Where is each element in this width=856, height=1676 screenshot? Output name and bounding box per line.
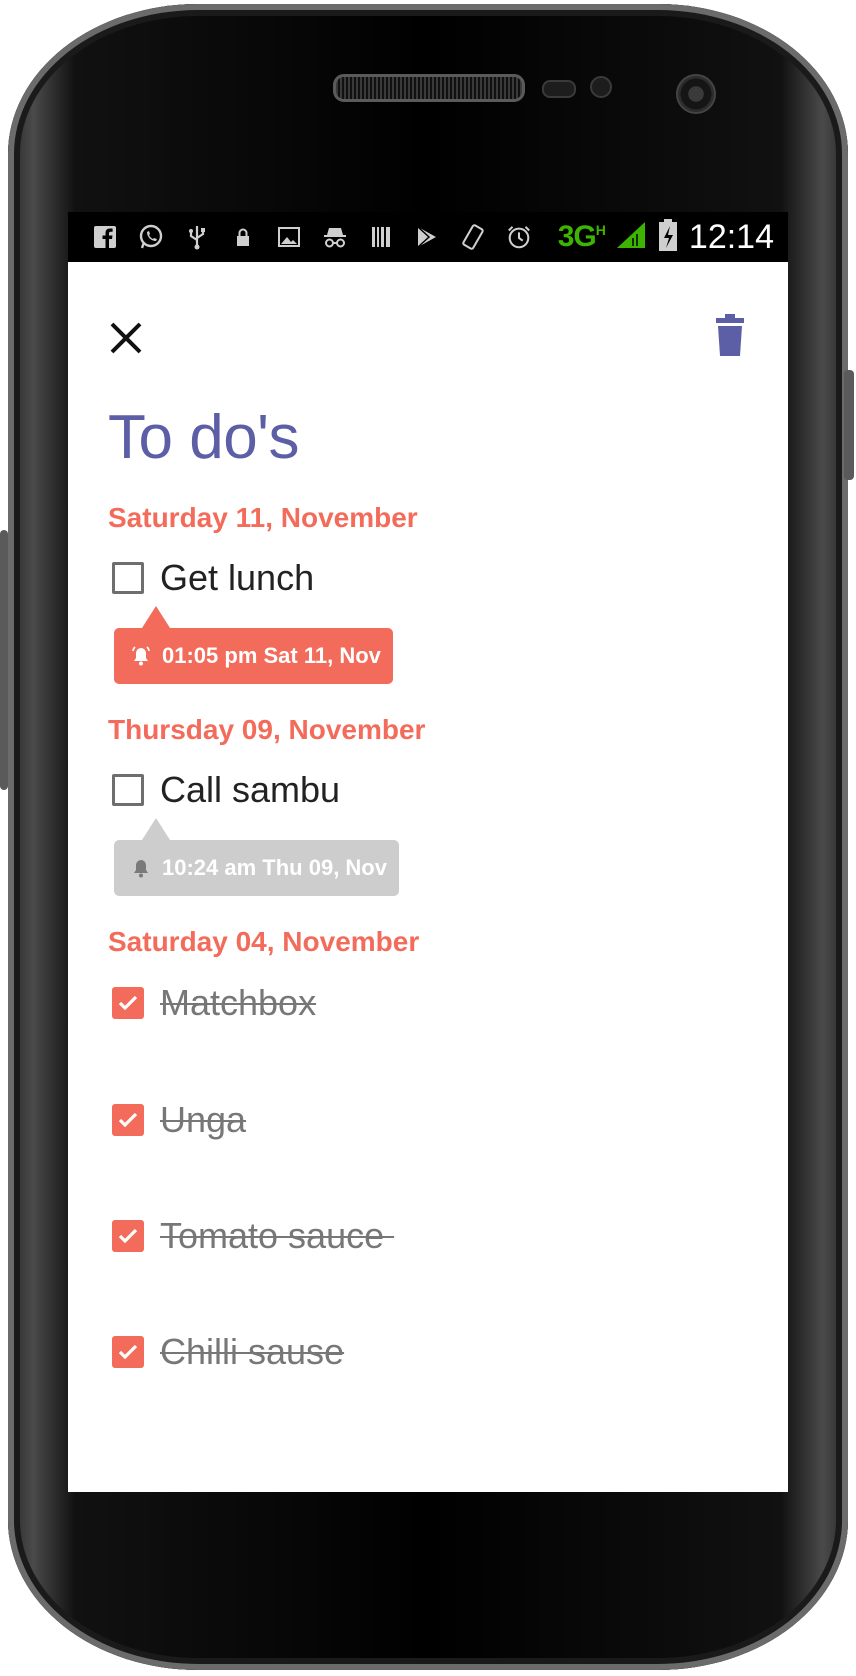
image-icon [276, 224, 302, 250]
task-checkbox-checked[interactable] [112, 987, 144, 1019]
volume-button [0, 530, 8, 790]
check-icon [118, 1228, 138, 1244]
reminder-text: 10:24 am Thu 09, Nov [162, 855, 387, 880]
screen-rotate-icon [460, 224, 486, 250]
task-item[interactable]: Tomato sauce [112, 1215, 395, 1256]
lock-icon [230, 224, 256, 250]
reminder-badge[interactable]: 01:05 pm Sat 11, Nov [114, 606, 393, 684]
task-label: Tomato sauce [160, 1215, 395, 1256]
task-label: Chilli sause [160, 1331, 345, 1372]
task-checkbox[interactable] [112, 774, 144, 806]
notification-icons [92, 224, 532, 250]
check-icon [118, 1344, 138, 1360]
check-icon [118, 995, 138, 1011]
task-item[interactable]: Chilli sause [112, 1331, 345, 1372]
page-title: To do's [108, 403, 300, 472]
task-label: Get lunch [160, 557, 315, 598]
facebook-icon [92, 224, 118, 250]
trash-icon [716, 314, 744, 356]
alarm-icon [506, 224, 532, 250]
task-label: Call sambu [160, 769, 341, 810]
bell-icon [130, 857, 152, 879]
incognito-icon [322, 224, 348, 250]
task-item[interactable]: Matchbox [112, 982, 317, 1023]
close-icon [110, 322, 142, 354]
app-screen: 3GH 12:14 To do's Saturday 11, November … [68, 212, 788, 1492]
task-item[interactable]: Get lunch [112, 557, 315, 598]
task-item[interactable]: Call sambu [112, 769, 341, 810]
close-button[interactable] [104, 316, 148, 360]
earpiece-speaker [333, 74, 525, 102]
task-checkbox-checked[interactable] [112, 1104, 144, 1136]
delete-button[interactable] [708, 312, 752, 360]
reminder-badge[interactable]: 10:24 am Thu 09, Nov [114, 818, 399, 896]
power-button [844, 370, 854, 480]
reminder-text: 01:05 pm Sat 11, Nov [162, 643, 381, 668]
network-type: 3GH [557, 220, 606, 253]
task-checkbox-checked[interactable] [112, 1336, 144, 1368]
task-item[interactable]: Unga [112, 1099, 247, 1140]
app-toolbar [68, 262, 788, 382]
barcode-icon [368, 224, 394, 250]
usb-icon [184, 224, 210, 250]
signal-icon [615, 220, 647, 255]
task-checkbox[interactable] [112, 562, 144, 594]
status-clock: 12:14 [688, 217, 774, 256]
alarm-bell-icon [130, 645, 152, 667]
task-label: Unga [160, 1099, 247, 1140]
light-sensor [590, 76, 612, 98]
front-camera [676, 74, 716, 114]
date-header: Saturday 04, November [108, 926, 420, 957]
task-checkbox-checked[interactable] [112, 1220, 144, 1252]
status-bar: 3GH 12:14 [68, 212, 788, 262]
task-label: Matchbox [160, 982, 317, 1023]
proximity-sensor [542, 80, 576, 98]
battery-charging-icon [657, 218, 679, 257]
date-header: Thursday 09, November [108, 714, 426, 745]
play-store-icon [414, 224, 440, 250]
check-icon [118, 1112, 138, 1128]
date-header: Saturday 11, November [108, 502, 418, 533]
whatsapp-icon [138, 224, 164, 250]
status-right: 3GH 12:14 [558, 218, 774, 257]
